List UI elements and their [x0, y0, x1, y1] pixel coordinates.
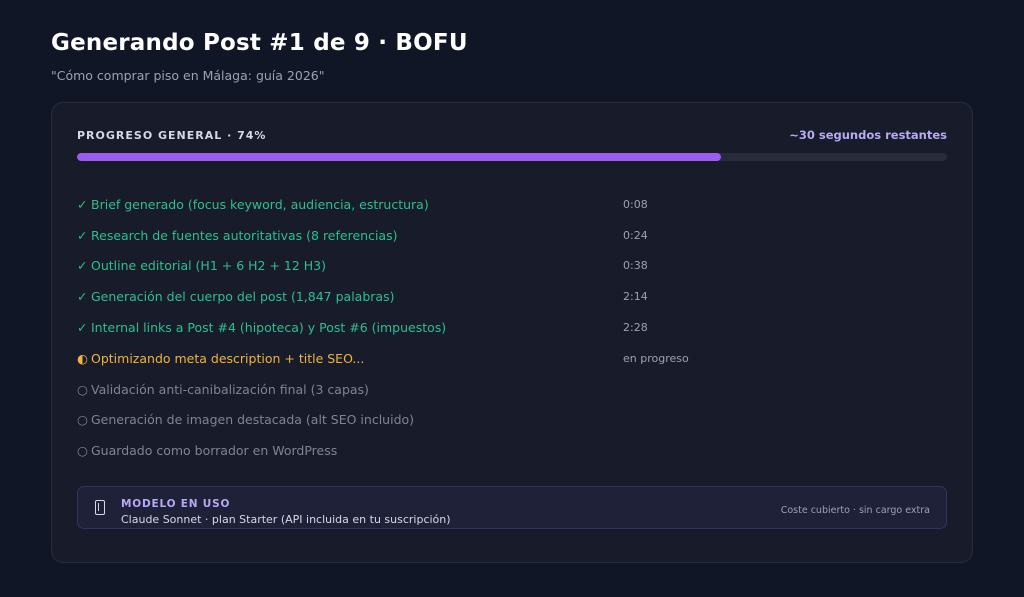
model-title: MODELO EN USO — [121, 498, 231, 510]
empty-circle-icon: ○ — [77, 443, 88, 459]
model-description: Claude Sonnet · plan Starter (API inclui… — [121, 513, 451, 526]
step-label: Research de fuentes autoritativas (8 ref… — [91, 227, 398, 243]
check-icon: ✓ — [77, 227, 88, 243]
phone-icon — [95, 500, 105, 515]
progress-bar-fill — [77, 153, 721, 161]
step-time: 0:08 — [623, 197, 648, 211]
model-cost-note: Coste cubierto · sin cargo extra — [780, 505, 930, 516]
step-list: ✓ Brief generado (focus keyword, audienci… — [77, 189, 777, 466]
step-time: 0:24 — [623, 228, 648, 242]
step-label: Internal links a Post #4 (hipoteca) y Po… — [91, 320, 447, 336]
step-label: Brief generado (focus keyword, audiencia… — [91, 196, 429, 212]
step-item: ○ Guardado como borrador en WordPress — [77, 435, 777, 466]
step-label: Guardado como borrador en WordPress — [91, 443, 338, 459]
step-item: ○ Generación de imagen destacada (alt SEO… — [77, 405, 777, 436]
check-icon: ✓ — [77, 258, 88, 274]
step-item: ◐ Optimizando meta description + title SE… — [77, 343, 777, 374]
page-title: Generando Post #1 de 9 · BOFU — [51, 30, 468, 56]
step-item: ✓ Research de fuentes autoritativas (8 re… — [77, 220, 777, 251]
check-icon: ✓ — [77, 320, 88, 336]
page-header: Generando Post #1 de 9 · BOFU "Cómo comp… — [51, 30, 468, 83]
half-circle-icon: ◐ — [77, 350, 88, 366]
step-item: ✓ Generación del cuerpo del post (1,847 p… — [77, 281, 777, 312]
step-item: ○ Validación anti-canibalización final (3… — [77, 374, 777, 405]
step-label: Outline editorial (H1 + 6 H2 + 12 H3) — [91, 258, 327, 274]
time-remaining: ~30 segundos restantes — [789, 128, 947, 142]
post-subtitle: "Cómo comprar piso en Málaga: guía 2026" — [51, 68, 325, 83]
step-time: 2:28 — [623, 321, 648, 335]
empty-circle-icon: ○ — [77, 381, 88, 397]
step-label: Optimizando meta description + title SEO… — [91, 350, 365, 366]
step-label: Generación de imagen destacada (alt SEO … — [91, 412, 415, 428]
progress-label: PROGRESO GENERAL · 74% — [77, 128, 267, 142]
step-item: ✓ Outline editorial (H1 + 6 H2 + 12 H3) 0:… — [77, 251, 777, 282]
check-icon: ✓ — [77, 289, 88, 305]
step-item: ✓ Brief generado (focus keyword, audienci… — [77, 189, 777, 220]
progress-header: PROGRESO GENERAL · 74% ~30 segundos rest… — [77, 127, 947, 143]
step-item: ✓ Internal links a Post #4 (hipoteca) y P… — [77, 312, 777, 343]
generation-card: PROGRESO GENERAL · 74% ~30 segundos rest… — [51, 102, 973, 563]
step-time: en progreso — [623, 351, 689, 365]
progress-bar — [77, 153, 947, 161]
step-label: Generación del cuerpo del post (1,847 pa… — [91, 289, 395, 305]
step-label: Validación anti-canibalización final (3 … — [91, 381, 369, 397]
empty-circle-icon: ○ — [77, 412, 88, 428]
check-icon: ✓ — [77, 196, 88, 212]
model-info-box: MODELO EN USO Claude Sonnet · plan Start… — [77, 486, 947, 529]
step-time: 2:14 — [623, 290, 648, 304]
step-time: 0:38 — [623, 259, 648, 273]
